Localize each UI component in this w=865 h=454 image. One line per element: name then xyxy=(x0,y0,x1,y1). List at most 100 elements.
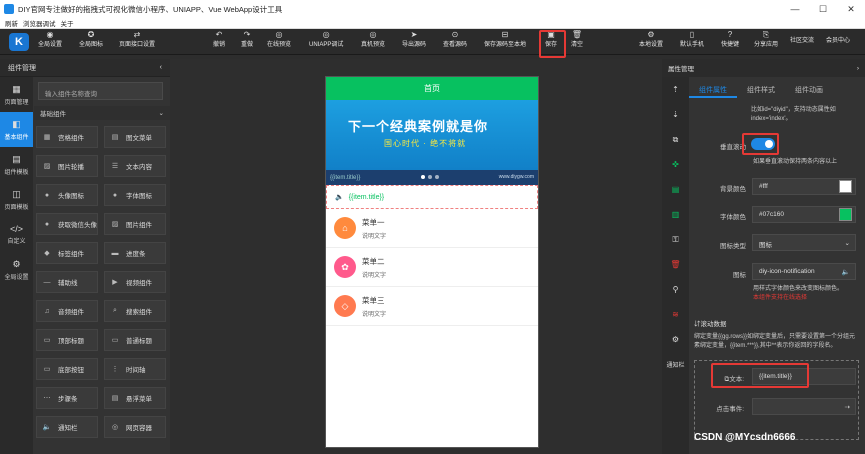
component-item[interactable]: ▨ 图片组件 xyxy=(104,213,166,235)
property-panel-header: 属性管理 › xyxy=(662,59,865,77)
icon-input[interactable]: diy-icon-notification 🔈 xyxy=(752,263,856,280)
property-tool-icon[interactable]: ▥ xyxy=(662,202,689,227)
toolbar-view-code[interactable]: ⊙ 查看源码 xyxy=(443,31,467,49)
toolbar-device-preview[interactable]: ◎ 真机预览 xyxy=(361,31,385,49)
component-item[interactable]: ▭ 普通标题 xyxy=(104,329,166,351)
component-item[interactable]: 🔈 通知栏 xyxy=(36,416,98,438)
component-item[interactable]: ▭ 顶部标题 xyxy=(36,329,98,351)
toolbar-community[interactable]: 社区交流 xyxy=(790,38,814,44)
menu-about[interactable]: 关于 xyxy=(61,18,74,28)
phone-icon: ▯ xyxy=(689,30,695,39)
component-item[interactable]: ▦ 宫格组件 xyxy=(36,126,98,148)
component-label: 获取微信头像 xyxy=(58,222,97,229)
toolbar-member-center[interactable]: 会员中心 xyxy=(826,38,850,44)
collapse-right-icon[interactable]: › xyxy=(857,65,859,72)
component-item[interactable]: ▬ 进度条 xyxy=(104,242,166,264)
notice-bar-tool[interactable]: 通知栏 xyxy=(662,352,689,377)
font-color-label: 字体颜色 xyxy=(720,214,746,221)
component-item[interactable]: ⋮ 时间轴 xyxy=(104,358,166,380)
component-item[interactable]: ⋯ 步骤条 xyxy=(36,387,98,409)
undo-icon: ↶ xyxy=(215,30,223,39)
menu-list-item[interactable]: ◇ 菜单三 说明文字 xyxy=(326,287,538,326)
component-item[interactable]: ● 字体图标 xyxy=(104,184,166,206)
menu-bar: 刷新 浏览器调试 关于 xyxy=(0,18,865,29)
component-item[interactable]: ⌕ 搜索组件 xyxy=(104,300,166,322)
component-item[interactable]: ♫ 音频组件 xyxy=(36,300,98,322)
toolbar-share-app[interactable]: ⎘ 分享应用 xyxy=(754,30,778,49)
component-icon: ▨ xyxy=(111,221,119,228)
component-icon: ▤ xyxy=(111,134,119,141)
property-tool-icon[interactable]: ⚿ xyxy=(662,227,689,252)
property-tool-icon[interactable]: ⇡ xyxy=(662,77,689,102)
click-event-input[interactable]: ⇢ xyxy=(752,398,856,415)
component-icon: ● xyxy=(44,220,50,228)
property-tool-icon[interactable]: ✜ xyxy=(662,152,689,177)
component-icon: ⌕ xyxy=(113,307,117,314)
menu-list-item[interactable]: ✿ 菜单二 说明文字 xyxy=(326,248,538,287)
component-icon: ◧ xyxy=(12,118,21,129)
tab-global-settings[interactable]: ⚙ 全局设置 xyxy=(0,252,33,287)
maximize-button[interactable]: ☐ xyxy=(809,0,837,18)
bg-color-swatch[interactable] xyxy=(839,180,852,193)
notice-bar[interactable]: 🔈 {{item.title}} xyxy=(326,185,538,209)
component-item[interactable]: ● 头像图标 xyxy=(36,184,98,206)
basic-components-group[interactable]: 基础组件 ⌄ xyxy=(34,106,170,120)
menu-item-title: 菜单一 xyxy=(362,217,385,227)
component-search-input[interactable]: 输入组件名称查询 xyxy=(38,82,163,100)
toolbar-default-phone[interactable]: ▯ 默认手机 xyxy=(680,30,704,49)
tab-component-style[interactable]: 组件样式 xyxy=(737,82,785,98)
font-color-swatch[interactable] xyxy=(839,208,852,221)
property-tool-icon[interactable]: ⚙ xyxy=(662,327,689,352)
close-button[interactable]: ✕ xyxy=(837,0,865,18)
collapse-left-icon[interactable]: ‹ xyxy=(160,64,162,71)
component-item[interactable]: ☰ 文本内容 xyxy=(104,155,166,177)
property-tool-icon[interactable]: ⚲ xyxy=(662,277,689,302)
component-item[interactable]: ◆ 标签组件 xyxy=(36,242,98,264)
toolbar-local-settings[interactable]: ⚙ 本地设置 xyxy=(639,31,663,49)
component-item[interactable]: ▤ 图文菜单 xyxy=(104,126,166,148)
property-tool-icon[interactable]: 🗑 xyxy=(662,252,689,277)
toolbar-save-local[interactable]: ⊟ 保存源码至本地 xyxy=(484,31,526,49)
toolbar-page-api[interactable]: ⇄ 页面接口设置 xyxy=(119,31,155,49)
toolbar-uniapp-debug[interactable]: ◎ UNIAPP调试 xyxy=(309,31,343,49)
scroll-data-hint: 绑定变量{{gg.rows}}如绑定变量后，只需要设置第一个分组元素绑定变量，{… xyxy=(694,334,856,349)
gear-icon: ⚙ xyxy=(12,258,21,269)
property-tool-icon[interactable]: ⧉ xyxy=(662,127,689,152)
share-icon: ⎘ xyxy=(762,30,770,39)
component-label: 视频组件 xyxy=(126,280,152,287)
tab-page-templates[interactable]: ◫ 页面模板 xyxy=(0,182,33,217)
property-tool-icon[interactable]: ⇣ xyxy=(662,102,689,127)
component-icon: ▭ xyxy=(43,337,51,344)
toolbar-shortcuts[interactable]: ? 快捷键 xyxy=(721,31,739,49)
menu-list-item[interactable]: ⌂ 菜单一 说明文字 xyxy=(326,209,538,248)
component-item[interactable]: — 辅助线 xyxy=(36,271,98,293)
icon-type-select[interactable]: 图标 ⌄ xyxy=(752,234,856,251)
toolbar-redo[interactable]: ↷ 重做 xyxy=(241,31,253,49)
toolbar-online-preview[interactable]: ◎ 在线预览 xyxy=(267,31,291,49)
component-icon: ⋮ xyxy=(111,366,119,373)
component-item[interactable]: ● 获取微信头像 xyxy=(36,213,98,235)
menu-browser-debug[interactable]: 浏览器调试 xyxy=(23,18,56,28)
minimize-button[interactable]: — xyxy=(781,0,809,18)
tab-component-props[interactable]: 组件属性 xyxy=(689,82,737,98)
tab-page-management[interactable]: ▦ 页面管理 xyxy=(0,77,33,112)
carousel-banner[interactable]: 下一个经典案例就是你 国心时代 · 绝不将就 xyxy=(326,100,538,170)
toolbar-undo[interactable]: ↶ 撤销 xyxy=(213,30,225,49)
toolbar-clear[interactable]: 🗑 清空 xyxy=(571,31,583,49)
property-tool-icon[interactable]: ≋ xyxy=(662,302,689,327)
property-tool-icon[interactable]: ▤ xyxy=(662,177,689,202)
component-item[interactable]: ▭ 底部按钮 xyxy=(36,358,98,380)
tab-custom[interactable]: </> 自定义 xyxy=(0,217,33,252)
toolbar-global-settings[interactable]: ◉ 全局设置 xyxy=(38,31,62,49)
menu-item-subtitle: 说明文字 xyxy=(362,233,387,240)
toolbar-export-code[interactable]: ➤ 导出源码 xyxy=(402,31,426,49)
component-item[interactable]: ◎ 网页容器 xyxy=(104,416,166,438)
menu-refresh[interactable]: 刷新 xyxy=(5,18,18,28)
toolbar-global-icons[interactable]: ✪ 全局图标 xyxy=(79,31,103,49)
component-item[interactable]: ▤ 悬浮菜单 xyxy=(104,387,166,409)
tab-component-templates[interactable]: ▤ 组件模板 xyxy=(0,147,33,182)
tab-component-animation[interactable]: 组件动画 xyxy=(785,82,833,98)
component-item[interactable]: ▨ 图片轮播 xyxy=(36,155,98,177)
component-item[interactable]: ▶ 视频组件 xyxy=(104,271,166,293)
tab-basic-components[interactable]: ◧ 基本组件 xyxy=(0,112,33,147)
